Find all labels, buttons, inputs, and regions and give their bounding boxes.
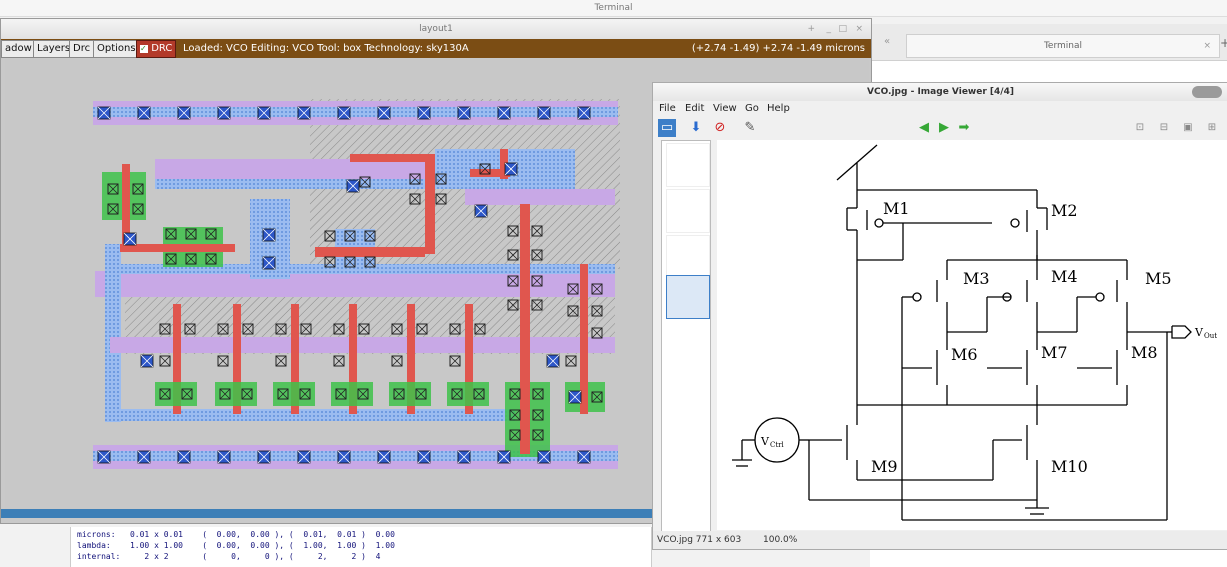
menu-file[interactable]: File: [659, 101, 676, 117]
image-display: M1 M2 M3 M4 M5 M6 M7 M8 M9 M10 V Ctrl V …: [717, 140, 1227, 530]
edit-pencil-icon[interactable]: ✎: [741, 119, 759, 137]
label-m1: M1: [883, 199, 910, 218]
layers-button[interactable]: Layers: [33, 40, 75, 58]
label-m9: M9: [871, 457, 898, 476]
viewer-title: VCO.jpg - Image Viewer [4/4]: [867, 87, 1014, 97]
diffusion: [155, 382, 197, 406]
menu-help[interactable]: Help: [767, 101, 790, 117]
label-m6: M6: [951, 345, 978, 364]
viewer-statusbar: VCO.jpg 771 x 603 100.0%: [653, 531, 1227, 549]
metal2-route: [95, 271, 615, 297]
drc-checkbox-icon: ✓: [140, 44, 148, 53]
label-m5: M5: [1145, 269, 1172, 288]
label-m2: M2: [1051, 201, 1078, 220]
menu-go[interactable]: Go: [745, 101, 759, 117]
console-line: internal: 2 x 2 ( 0, 0 ), ( 2, 2 ) 4: [77, 552, 381, 561]
zoom-out-icon[interactable]: ⊟: [1155, 119, 1173, 137]
terminal-tabbar: « Terminal × +: [870, 24, 1227, 61]
label-vout-sub: Out: [1204, 332, 1217, 340]
drc-toggle-label: DRC: [151, 43, 173, 54]
window-menu-button[interactable]: adow: [1, 40, 36, 58]
thumbnail-strip[interactable]: [661, 140, 711, 532]
image-viewer-window: VCO.jpg - Image Viewer [4/4] File Edit V…: [652, 82, 1227, 550]
menu-edit[interactable]: Edit: [685, 101, 704, 117]
label-vout: V: [1194, 326, 1204, 339]
vco-schematic: M1 M2 M3 M4 M5 M6 M7 M8 M9 M10 V Ctrl V …: [732, 144, 1217, 521]
metal1-route: [105, 409, 515, 421]
label-m7: M7: [1041, 343, 1068, 362]
delete-icon[interactable]: ⊘: [711, 119, 729, 137]
pin-icon[interactable]: +: [807, 19, 815, 39]
thumbnail[interactable]: [666, 235, 710, 279]
terminal-tab-label: Terminal: [1043, 41, 1083, 51]
poly-gate: [120, 244, 235, 252]
zoom-original-icon[interactable]: ▣: [1179, 119, 1197, 137]
prev-icon[interactable]: ◀: [915, 119, 933, 137]
thumbnail[interactable]: [666, 189, 710, 233]
diffusion: [215, 382, 257, 406]
add-tab-icon[interactable]: +: [1220, 36, 1227, 50]
diffusion: [447, 382, 489, 406]
file-info: VCO.jpg 771 x 603: [657, 535, 742, 545]
console-line: lambda: 1.00 x 1.00 ( 0.00, 0.00 ), ( 1.…: [77, 541, 395, 550]
magic-toolbar: adow Layers Drc Options ✓ DRC Loaded: VC…: [1, 39, 871, 58]
poly-gate: [315, 247, 425, 257]
magic-titlebar: layout1 + _ □ ×: [1, 19, 871, 39]
label-m10: M10: [1051, 457, 1088, 476]
label-vctrl: V: [760, 435, 770, 448]
desktop-terminal-titlebar: Terminal: [0, 0, 1227, 17]
zoom-level: 100.0%: [763, 535, 798, 545]
diffusion: [331, 382, 373, 406]
next-icon[interactable]: ➡: [955, 119, 973, 137]
zoom-in-icon[interactable]: ⊞: [1203, 119, 1221, 137]
magic-console: microns: 0.01 x 0.01 ( 0.00, 0.00 ), ( 0…: [70, 527, 652, 567]
metal1-route: [105, 244, 121, 422]
metal2-route: [110, 337, 615, 353]
diffusion: [273, 382, 315, 406]
options-button[interactable]: Options: [93, 40, 140, 58]
label-m8: M8: [1131, 343, 1158, 362]
magic-window-title: layout1: [419, 24, 453, 34]
save-icon[interactable]: ⬇: [687, 119, 705, 137]
viewer-toolbar: ▭ ⬇ ⊘ ✎ ◀ ▶ ➡ ⊡ ⊟ ▣ ⊞: [653, 117, 1227, 139]
thumbnail[interactable]: [666, 143, 710, 187]
viewer-titlebar: VCO.jpg - Image Viewer [4/4]: [653, 83, 1227, 101]
tab-close-icon[interactable]: ×: [1203, 35, 1211, 57]
cursor-coords: (+2.74 -1.49) +2.74 -1.49 microns: [691, 43, 865, 54]
drc-menu-button[interactable]: Drc: [69, 40, 95, 58]
poly-gate: [350, 154, 430, 162]
play-icon[interactable]: ▶: [935, 119, 953, 137]
close-icon[interactable]: ×: [855, 19, 863, 39]
window-controls[interactable]: [1192, 86, 1222, 98]
scroll-left-icon[interactable]: «: [884, 36, 890, 47]
label-m3: M3: [963, 269, 990, 288]
poly-gate: [425, 154, 435, 254]
menu-view[interactable]: View: [713, 101, 737, 117]
zoom-fit-icon[interactable]: ⊡: [1131, 119, 1149, 137]
status-text: Loaded: VCO Editing: VCO Tool: box Techn…: [183, 43, 469, 54]
poly-gate: [520, 204, 530, 454]
label-m4: M4: [1051, 267, 1078, 286]
terminal-tab[interactable]: Terminal ×: [906, 34, 1220, 58]
diffusion: [389, 382, 431, 406]
open-folder-icon[interactable]: ▭: [658, 119, 676, 137]
console-line: microns: 0.01 x 0.01 ( 0.00, 0.00 ), ( 0…: [77, 530, 395, 539]
drc-toggle[interactable]: ✓ DRC: [136, 40, 177, 58]
maximize-icon[interactable]: □: [838, 19, 847, 39]
viewer-menubar: File Edit View Go Help: [653, 101, 1227, 117]
minimize-icon[interactable]: _: [827, 19, 832, 39]
metal2-route: [465, 189, 615, 205]
label-vctrl-sub: Ctrl: [770, 441, 785, 449]
thumbnail-selected[interactable]: [666, 275, 710, 319]
